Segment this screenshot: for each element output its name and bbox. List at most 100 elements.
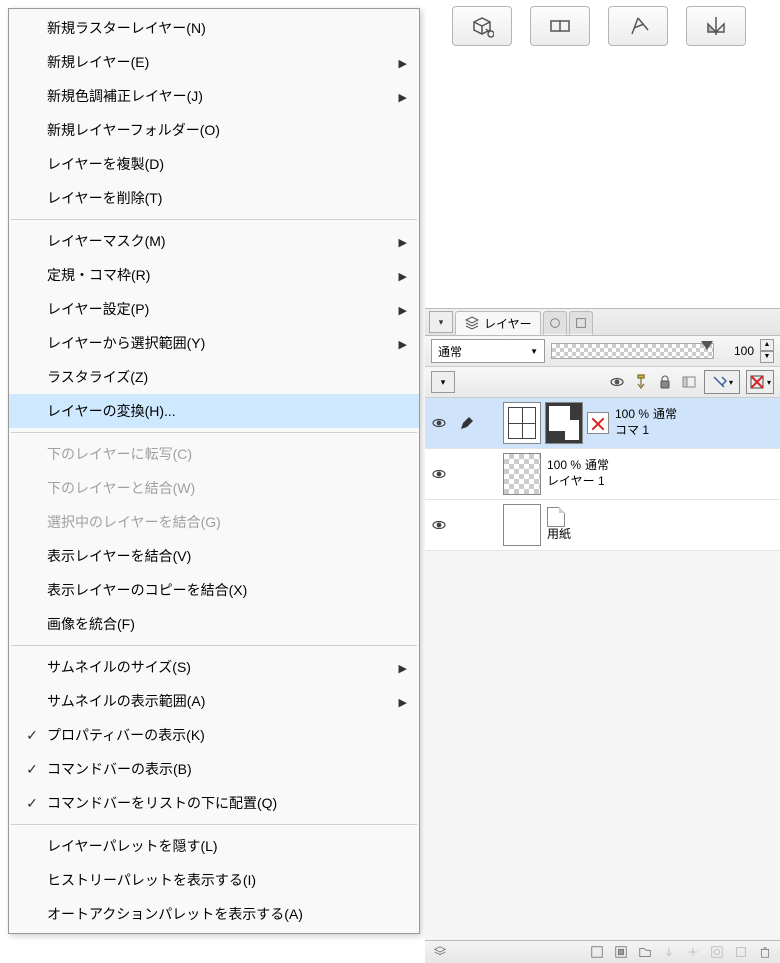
menu-item[interactable]: サムネイルの表示範囲(A) — [9, 684, 419, 718]
menu-item[interactable]: ✓コマンドバーの表示(B) — [9, 752, 419, 786]
tool-perspective-button[interactable] — [608, 6, 668, 46]
layer-filter-button[interactable]: ▾ — [431, 371, 455, 393]
menu-item[interactable]: ラスタライズ(Z) — [9, 360, 419, 394]
visibility-toggle[interactable] — [425, 466, 453, 482]
submenu-arrow-icon — [391, 88, 407, 104]
create-mask-button[interactable] — [708, 943, 726, 961]
new-raster-layer-button[interactable] — [588, 943, 606, 961]
layer-panel-footer — [425, 940, 780, 963]
layer-thumbnails — [501, 500, 543, 550]
menu-item-label: サムネイルのサイズ(S) — [47, 657, 391, 677]
layer-info: 用紙 — [543, 503, 780, 547]
check-icon: ✓ — [17, 795, 47, 812]
layer-opacity: 100 % — [615, 407, 649, 423]
disable-mask-button[interactable]: ▾ — [746, 370, 774, 394]
menu-item[interactable]: レイヤーから選択範囲(Y) — [9, 326, 419, 360]
layer-name: コマ 1 — [615, 423, 649, 439]
delete-layer-button[interactable] — [756, 943, 774, 961]
menu-item-label: 下のレイヤーと結合(W) — [47, 478, 391, 498]
menu-item[interactable]: ✓コマンドバーをリストの下に配置(Q) — [9, 786, 419, 820]
menu-item-label: 選択中のレイヤーを結合(G) — [47, 512, 391, 532]
menu-item[interactable]: レイヤーを複製(D) — [9, 147, 419, 181]
layer-thumbnails — [501, 449, 543, 499]
layer-thumb — [545, 402, 583, 444]
menu-item[interactable]: 表示レイヤーのコピーを結合(X) — [9, 573, 419, 607]
menu-item: 選択中のレイヤーを結合(G) — [9, 505, 419, 539]
menu-item[interactable]: オートアクションパレットを表示する(A) — [9, 897, 419, 931]
layer-row[interactable]: 100 %通常レイヤー 1 — [425, 449, 780, 500]
menu-item[interactable]: サムネイルのサイズ(S) — [9, 650, 419, 684]
blend-mode-value: 通常 — [438, 343, 462, 360]
menu-item[interactable]: レイヤーを削除(T) — [9, 181, 419, 215]
menu-item[interactable]: ヒストリーパレットを表示する(I) — [9, 863, 419, 897]
submenu-arrow-icon — [391, 233, 407, 249]
menu-item[interactable]: レイヤーパレットを隠す(L) — [9, 829, 419, 863]
panel-color-icon[interactable] — [680, 373, 698, 391]
layer-color-button[interactable]: ▾ — [704, 370, 740, 394]
menu-item[interactable]: レイヤーマスク(M) — [9, 224, 419, 258]
opacity-stepper[interactable]: ▲▼ — [760, 339, 774, 363]
layer-name: 用紙 — [547, 527, 571, 543]
menu-item-label: 定規・コマ枠(R) — [47, 265, 391, 285]
menu-item[interactable]: 表示レイヤーを結合(V) — [9, 539, 419, 573]
ruler-visible-icon[interactable] — [632, 373, 650, 391]
mask-disabled-icon — [587, 412, 609, 434]
opacity-value: 100 — [720, 344, 754, 358]
tab-other-1[interactable] — [543, 311, 567, 335]
visibility-toggle[interactable] — [425, 517, 453, 533]
layer-info: 100 %通常レイヤー 1 — [543, 454, 780, 493]
menu-item-label: 下のレイヤーに転写(C) — [47, 444, 391, 464]
layers-icon — [464, 315, 480, 331]
menu-item-label: 画像を統合(F) — [47, 614, 391, 634]
edit-target-indicator[interactable] — [453, 415, 481, 431]
layer-opacity: 100 % — [547, 458, 581, 474]
visibility-toggle[interactable] — [425, 415, 453, 431]
layer-list: 100 %通常コマ 1 100 %通常レイヤー 1 用紙 — [425, 398, 780, 551]
menu-item[interactable]: 新規レイヤー(E) — [9, 45, 419, 79]
menu-separator — [11, 824, 417, 825]
new-vector-layer-button[interactable] — [612, 943, 630, 961]
menu-item[interactable]: 定規・コマ枠(R) — [9, 258, 419, 292]
panel-menu-button[interactable]: ▾ — [429, 311, 453, 333]
menu-item-label: サムネイルの表示範囲(A) — [47, 691, 391, 711]
menu-item[interactable]: ✓プロパティバーの表示(K) — [9, 718, 419, 752]
opacity-slider[interactable] — [551, 343, 714, 359]
submenu-arrow-icon — [391, 693, 407, 709]
blend-mode-select[interactable]: 通常 ▼ — [431, 339, 545, 363]
menu-item[interactable]: 画像を統合(F) — [9, 607, 419, 641]
tab-layer-label: レイヤー — [484, 315, 532, 332]
menu-item[interactable]: レイヤーの変換(H)... — [9, 394, 419, 428]
tab-other-2[interactable] — [569, 311, 593, 335]
menu-separator — [11, 219, 417, 220]
menu-item-label: レイヤーの変換(H)... — [47, 401, 391, 421]
menu-item[interactable]: レイヤー設定(P) — [9, 292, 419, 326]
reference-layer-icon[interactable] — [608, 373, 626, 391]
menu-item-label: プロパティバーの表示(K) — [47, 725, 391, 745]
lock-icon[interactable] — [656, 373, 674, 391]
merge-down-button[interactable] — [684, 943, 702, 961]
menu-item: 下のレイヤーに転写(C) — [9, 437, 419, 471]
layer-thumb — [503, 504, 541, 546]
tool-flip-button[interactable] — [686, 6, 746, 46]
layer-row[interactable]: 用紙 — [425, 500, 780, 551]
transfer-down-button[interactable] — [660, 943, 678, 961]
menu-item-label: 新規色調補正レイヤー(J) — [47, 86, 391, 106]
layer-row[interactable]: 100 %通常コマ 1 — [425, 398, 780, 449]
submenu-arrow-icon — [391, 659, 407, 675]
footer-layers-icon — [431, 943, 449, 961]
menu-item-label: ラスタライズ(Z) — [47, 367, 391, 387]
menu-item[interactable]: 新規ラスターレイヤー(N) — [9, 11, 419, 45]
menu-separator — [11, 645, 417, 646]
menu-item[interactable]: 新規色調補正レイヤー(J) — [9, 79, 419, 113]
tool-split-button[interactable] — [530, 6, 590, 46]
menu-item-label: オートアクションパレットを表示する(A) — [47, 904, 391, 924]
layer-panel-tabbar: ▾ レイヤー — [425, 309, 780, 336]
tab-layer[interactable]: レイヤー — [455, 311, 541, 335]
new-folder-button[interactable] — [636, 943, 654, 961]
tool-cube-button[interactable] — [452, 6, 512, 46]
menu-item-label: コマンドバーの表示(B) — [47, 759, 391, 779]
layer-info: 100 %通常コマ 1 — [611, 403, 780, 442]
menu-item-label: 新規ラスターレイヤー(N) — [47, 18, 391, 38]
apply-mask-button[interactable] — [732, 943, 750, 961]
menu-item[interactable]: 新規レイヤーフォルダー(O) — [9, 113, 419, 147]
